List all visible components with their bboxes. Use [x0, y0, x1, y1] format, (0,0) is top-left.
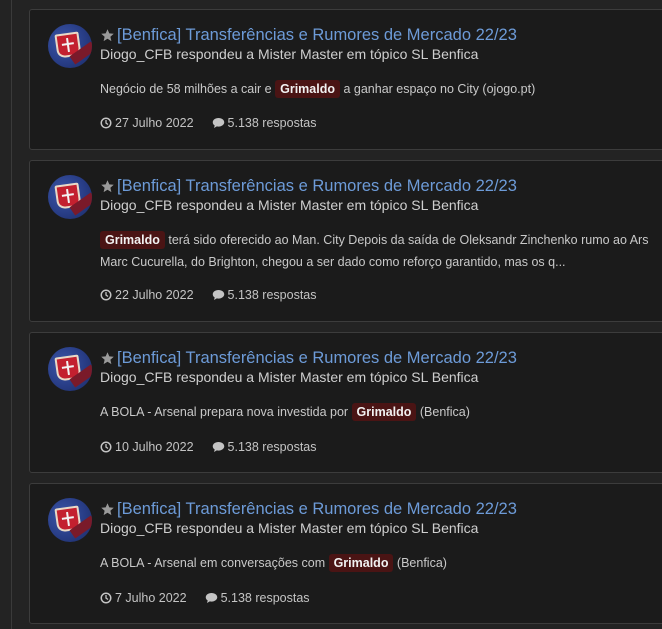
reply-count: 5.138 respostas: [227, 288, 317, 302]
title-row: [Benfica] Transferências e Rumores de Me…: [100, 347, 517, 369]
star-icon: [101, 502, 114, 515]
clock-icon: [100, 592, 112, 604]
avatar[interactable]: [48, 498, 92, 542]
post-snippet: A BOLA - Arsenal em conversações com Gri…: [100, 552, 447, 574]
reply-count: 5.138 respostas: [220, 591, 310, 605]
clock-icon: [100, 441, 112, 453]
activity-subline: Diogo_CFB respondeu a Mister Master em t…: [100, 197, 479, 213]
avatar[interactable]: [48, 175, 92, 219]
post-date[interactable]: 22 Julho 2022: [115, 288, 194, 302]
search-highlight: Grimaldo: [275, 80, 340, 98]
snippet-text: A BOLA - Arsenal em conversações com: [100, 556, 329, 570]
activity-item: [Benfica] Transferências e Rumores de Me…: [29, 9, 662, 150]
snippet-text: (Benfica): [393, 556, 447, 570]
activity-item: [Benfica] Transferências e Rumores de Me…: [29, 332, 662, 473]
snippet-text: terá sido oferecido ao Man. City Depois …: [164, 233, 649, 247]
topic-title-link[interactable]: [Benfica] Transferências e Rumores de Me…: [117, 500, 517, 519]
comment-icon: [212, 118, 224, 128]
post-date[interactable]: 10 Julho 2022: [115, 440, 194, 454]
post-snippet: Negócio de 58 milhões a cair e Grimaldo …: [100, 78, 535, 100]
reply-count: 5.138 respostas: [227, 440, 317, 454]
post-meta: 27 Julho 2022 5.138 respostas: [100, 116, 317, 130]
star-icon: [101, 179, 114, 192]
comment-icon: [212, 290, 224, 300]
star-icon: [101, 28, 114, 41]
snippet-text: A BOLA - Arsenal prepara nova investida …: [100, 405, 352, 419]
comment-icon: [212, 442, 224, 452]
clock-icon: [100, 289, 112, 301]
post-snippet: A BOLA - Arsenal prepara nova investida …: [100, 401, 470, 423]
search-highlight: Grimaldo: [328, 554, 394, 572]
snippet-text: (Benfica): [416, 405, 470, 419]
title-row: [Benfica] Transferências e Rumores de Me…: [100, 24, 517, 46]
activity-item: [Benfica] Transferências e Rumores de Me…: [29, 160, 662, 322]
snippet-text: Negócio de 58 milhões a cair e: [100, 82, 276, 96]
avatar[interactable]: [48, 24, 92, 68]
activity-item: [Benfica] Transferências e Rumores de Me…: [29, 483, 662, 624]
topic-title-link[interactable]: [Benfica] Transferências e Rumores de Me…: [117, 349, 517, 368]
post-date[interactable]: 7 Julho 2022: [115, 591, 187, 605]
post-meta: 22 Julho 2022 5.138 respostas: [100, 288, 317, 302]
activity-subline: Diogo_CFB respondeu a Mister Master em t…: [100, 369, 479, 385]
left-divider: [11, 0, 12, 629]
reply-count: 5.138 respostas: [227, 116, 317, 130]
post-meta: 10 Julho 2022 5.138 respostas: [100, 440, 317, 454]
snippet-text: Marc Cucurella, do Brighton, chegou a se…: [100, 255, 566, 269]
comment-icon: [205, 593, 217, 603]
post-snippet: Grimaldo terá sido oferecido ao Man. Cit…: [100, 229, 648, 273]
search-highlight: Grimaldo: [100, 231, 165, 249]
post-meta: 7 Julho 2022 5.138 respostas: [100, 591, 310, 605]
topic-title-link[interactable]: [Benfica] Transferências e Rumores de Me…: [117, 177, 517, 196]
star-icon: [101, 351, 114, 364]
title-row: [Benfica] Transferências e Rumores de Me…: [100, 175, 517, 197]
avatar[interactable]: [48, 347, 92, 391]
topic-title-link[interactable]: [Benfica] Transferências e Rumores de Me…: [117, 26, 517, 45]
activity-subline: Diogo_CFB respondeu a Mister Master em t…: [100, 46, 479, 62]
post-date[interactable]: 27 Julho 2022: [115, 116, 194, 130]
clock-icon: [100, 117, 112, 129]
snippet-text: a ganhar espaço no City (ojogo.pt): [339, 82, 536, 96]
title-row: [Benfica] Transferências e Rumores de Me…: [100, 498, 517, 520]
activity-subline: Diogo_CFB respondeu a Mister Master em t…: [100, 520, 479, 536]
search-highlight: Grimaldo: [351, 403, 417, 421]
